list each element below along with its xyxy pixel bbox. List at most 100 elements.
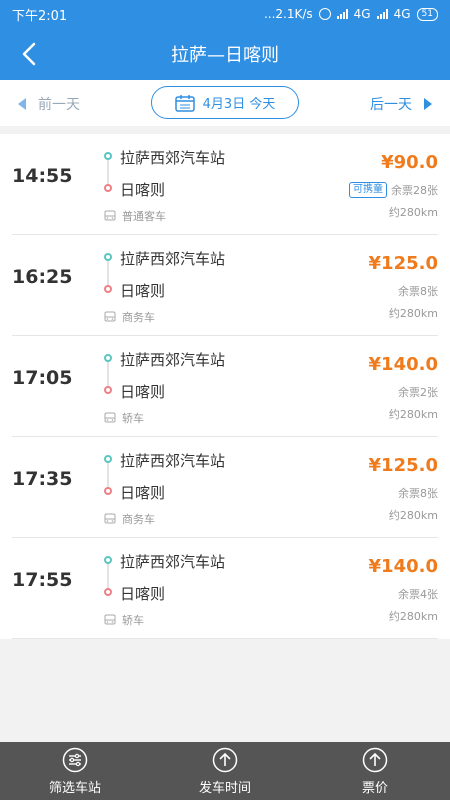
triangle-left-icon (18, 98, 26, 110)
ticket-info: 余票2张 (398, 384, 438, 400)
ticket-price: ¥125.0 (368, 253, 438, 274)
bus-type: 商务车 (122, 513, 155, 526)
trip-row[interactable]: 17:05 拉萨西郊汽车站 日喀则 轿车 ¥140.0 余票2张 约280km (0, 336, 450, 437)
tab-filter-station[interactable]: 筛选车站 (0, 742, 150, 800)
trip-list: 14:55 拉萨西郊汽车站 日喀则 普通客车 ¥90.0 可携童 余票28张 约… (0, 134, 450, 639)
tab-price[interactable]: 票价 (300, 742, 450, 800)
ticket-info: 余票4张 (398, 586, 438, 602)
calendar-icon (174, 94, 195, 112)
bus-icon (104, 311, 116, 322)
origin-station: 拉萨西郊汽车站 (120, 149, 226, 167)
bus-type: 商务车 (122, 311, 155, 324)
ticket-price: ¥140.0 (368, 556, 438, 577)
destination: 日喀则 (120, 585, 166, 603)
signal-icon-2 (376, 9, 388, 19)
child-badge: 可携童 (349, 182, 387, 198)
bottom-tab-bar: 筛选车站 发车时间 票价 (0, 742, 450, 800)
trip-row[interactable]: 17:35 拉萨西郊汽车站 日喀则 商务车 ¥125.0 余票8张 约280km (0, 437, 450, 538)
origin-station: 拉萨西郊汽车站 (120, 250, 226, 268)
battery-icon: 51 (416, 7, 438, 21)
distance: 约280km (388, 408, 438, 421)
tab-departure-time[interactable]: 发车时间 (150, 742, 300, 800)
end-dot-icon (104, 184, 112, 192)
tickets-left: 余票2张 (398, 386, 438, 399)
ticket-info: 可携童 余票28张 (349, 182, 438, 198)
departure-time: 17:05 (12, 367, 73, 389)
trip-row[interactable]: 17:55 拉萨西郊汽车站 日喀则 轿车 ¥140.0 余票4张 约280km (0, 538, 450, 639)
status-right: ...2.1K/s 4G 4G 51 (264, 7, 438, 21)
end-dot-icon (104, 386, 112, 394)
date-label: 4月3日 今天 (202, 97, 276, 112)
bus-icon (104, 513, 116, 524)
ticket-info: 余票8张 (398, 485, 438, 501)
bus-type: 轿车 (122, 614, 144, 627)
destination: 日喀则 (120, 282, 166, 300)
tab-label: 票价 (361, 780, 388, 796)
triangle-right-icon (424, 98, 432, 110)
destination: 日喀则 (120, 181, 166, 199)
start-dot-icon (104, 253, 112, 261)
destination: 日喀则 (120, 484, 166, 502)
end-dot-icon (104, 285, 112, 293)
end-dot-icon (104, 487, 112, 495)
nav-header: 拉萨—日喀则 (0, 28, 450, 80)
departure-time: 17:55 (12, 569, 73, 591)
end-dot-icon (104, 588, 112, 596)
start-dot-icon (104, 455, 112, 463)
prev-day-button[interactable]: 前一天 (18, 94, 80, 114)
tickets-left: 余票28张 (391, 184, 438, 197)
departure-time: 14:55 (12, 165, 73, 187)
bus-type: 普通客车 (122, 210, 166, 223)
origin-station: 拉萨西郊汽车站 (120, 351, 226, 369)
tab-label: 筛选车站 (48, 780, 101, 796)
start-dot-icon (104, 354, 112, 362)
distance: 约280km (388, 307, 438, 320)
ticket-price: ¥125.0 (368, 455, 438, 476)
distance: 约280km (388, 509, 438, 522)
ticket-price: ¥90.0 (381, 152, 438, 173)
prev-day-label: 前一天 (38, 97, 80, 113)
trip-row[interactable]: 14:55 拉萨西郊汽车站 日喀则 普通客车 ¥90.0 可携童 余票28张 约… (0, 134, 450, 235)
ticket-info: 余票8张 (398, 283, 438, 299)
next-day-label: 后一天 (370, 97, 412, 113)
date-bar: 前一天 4月3日 今天 后一天 (0, 80, 450, 126)
status-bar: 下午2:01 ...2.1K/s 4G 4G 51 (0, 0, 450, 28)
tickets-left: 余票4张 (398, 588, 438, 601)
next-day-button[interactable]: 后一天 (370, 94, 432, 114)
route-line (107, 160, 109, 184)
start-dot-icon (104, 152, 112, 160)
start-dot-icon (104, 556, 112, 564)
bus-icon (104, 614, 116, 625)
bus-icon (104, 412, 116, 423)
route-line (107, 564, 109, 588)
tickets-left: 余票8张 (398, 487, 438, 500)
alarm-icon (318, 8, 331, 20)
back-arrow-icon[interactable] (16, 40, 44, 68)
trip-row[interactable]: 16:25 拉萨西郊汽车站 日喀则 商务车 ¥125.0 余票8张 约280km (0, 235, 450, 336)
bus-type: 轿车 (122, 412, 144, 425)
network-type-2: 4G (393, 7, 411, 21)
sort-up-icon (362, 747, 388, 772)
departure-time: 16:25 (12, 266, 73, 288)
signal-icon (336, 9, 348, 19)
route-line (107, 261, 109, 285)
sort-up-icon (212, 747, 238, 772)
destination: 日喀则 (120, 383, 166, 401)
route-line (107, 463, 109, 487)
tab-label: 发车时间 (198, 780, 251, 796)
date-picker-button[interactable]: 4月3日 今天 (151, 86, 299, 119)
filter-icon (62, 747, 88, 772)
net-speed: ...2.1K/s (263, 7, 313, 21)
tickets-left: 余票8张 (398, 285, 438, 298)
origin-station: 拉萨西郊汽车站 (120, 452, 226, 470)
page-title: 拉萨—日喀则 (171, 45, 279, 66)
ticket-price: ¥140.0 (368, 354, 438, 375)
route-line (107, 362, 109, 386)
departure-time: 17:35 (12, 468, 73, 490)
network-type-1: 4G (353, 7, 371, 21)
bus-icon (104, 210, 116, 221)
status-time: 下午2:01 (12, 8, 68, 24)
distance: 约280km (388, 610, 438, 623)
origin-station: 拉萨西郊汽车站 (120, 553, 226, 571)
distance: 约280km (388, 206, 438, 219)
